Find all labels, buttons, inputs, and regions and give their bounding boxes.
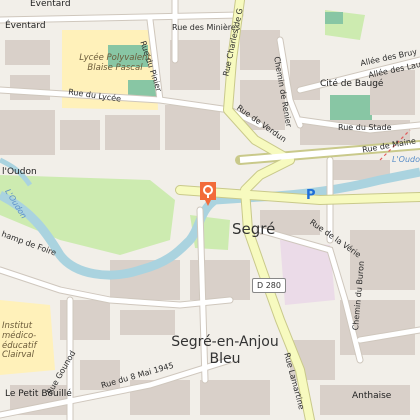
sports-pitch: [325, 12, 343, 24]
sports-pitch: [330, 95, 372, 123]
place-label: Le Petit Bouillé: [5, 389, 72, 399]
town-label: Segré: [232, 220, 276, 238]
map-marker-icon[interactable]: [198, 180, 218, 208]
place-label: Éventard: [5, 21, 46, 31]
city-label: Segré-en-Anjou Bleu: [171, 334, 279, 367]
water-label: l'Oudon: [2, 167, 37, 177]
water-label: L'Oudon: [392, 155, 420, 164]
place-label: Éventard: [30, 0, 71, 9]
place-label: Cité de Baugé: [320, 79, 384, 89]
map-canvas[interactable]: Éventard Éventard Rue des Minières Rue C…: [0, 0, 420, 420]
place-label: Anthaise: [352, 391, 392, 401]
road-shield-d280: D 280: [252, 278, 286, 293]
road-label: Rue du Stade: [338, 123, 392, 132]
parking-icon[interactable]: P: [306, 188, 316, 203]
poi-label: Institut médico-éducatif Clairval: [2, 321, 37, 361]
